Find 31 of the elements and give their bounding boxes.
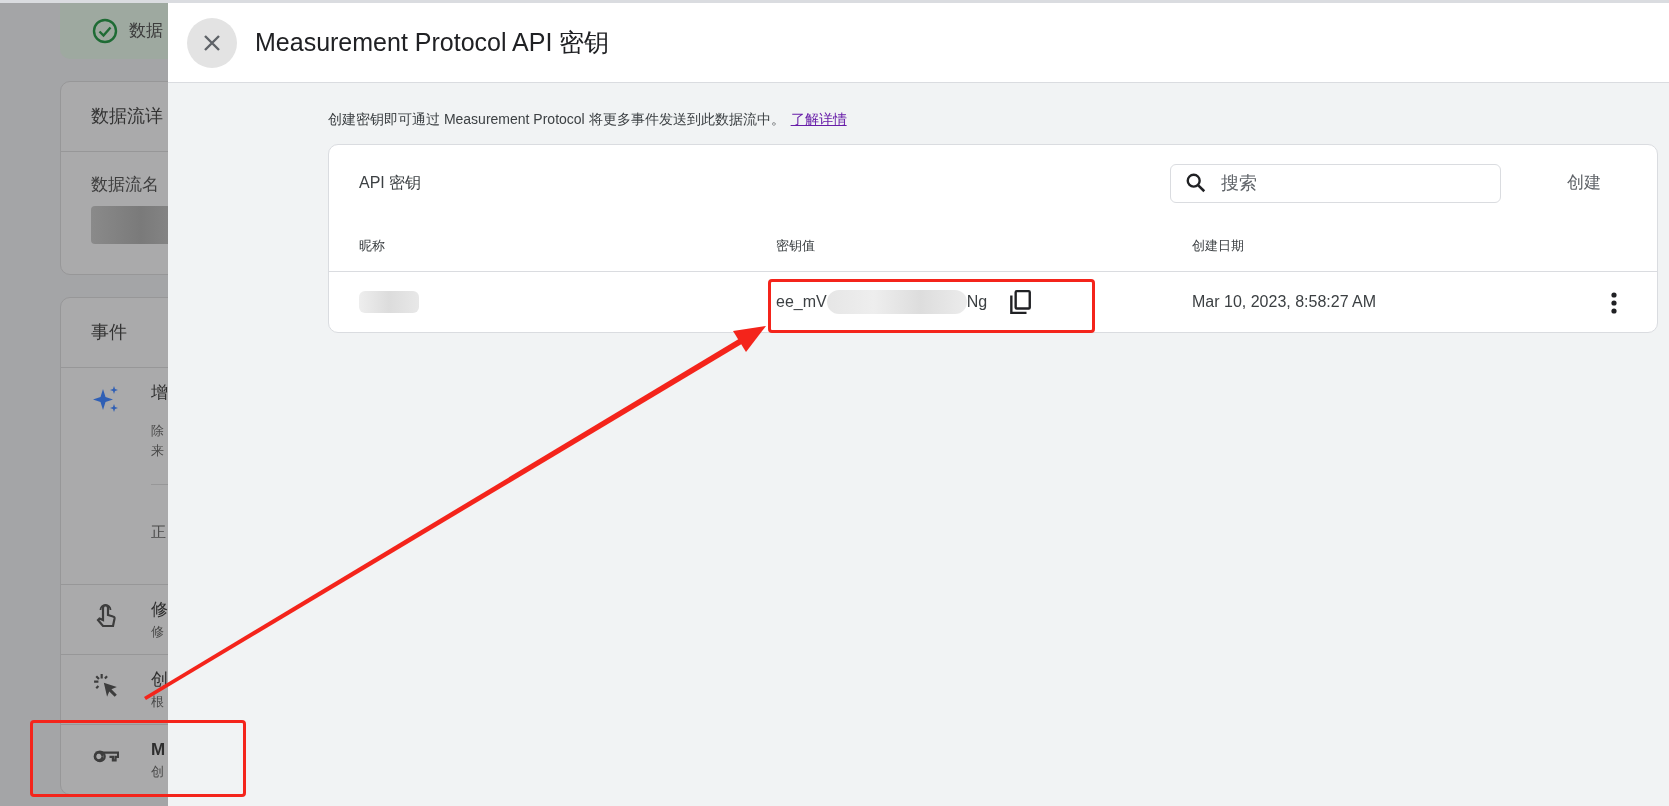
field-label: 数据流名: [91, 174, 160, 196]
sparkle-icon: [93, 385, 119, 412]
redacted-nickname: [359, 291, 419, 313]
more-vert-icon: [1611, 291, 1617, 314]
event-item-subtitle: 创: [151, 763, 165, 781]
learn-more-link[interactable]: 了解详情: [790, 111, 847, 127]
created-date: Mar 10, 2023, 8:58:27 AM: [1192, 292, 1378, 312]
drawer-title: Measurement Protocol API 密钥: [255, 26, 610, 58]
event-item-footer: 正: [151, 521, 168, 574]
event-item-title[interactable]: 修: [151, 596, 168, 622]
banner-text: 数据: [129, 20, 163, 43]
create-button[interactable]: 创建: [1561, 169, 1607, 197]
column-header: 创建日期: [1192, 237, 1245, 256]
close-button[interactable]: [187, 17, 237, 68]
card-title: API 密钥: [359, 173, 423, 193]
search-icon: [1185, 171, 1207, 194]
event-item-title[interactable]: M: [151, 736, 166, 762]
description-text: 创建密钥即可通过 Measurement Protocol 将更多事件发送到此数据流中。 了解详情: [328, 110, 848, 129]
event-item-subtitle: 修: [151, 623, 165, 641]
search-field[interactable]: 搜索: [1170, 163, 1501, 203]
copy-icon: [1007, 289, 1034, 315]
key-value-end: Ng: [966, 292, 988, 312]
event-item-title[interactable]: 增: [151, 379, 168, 405]
column-header: 昵称: [359, 237, 386, 256]
event-item-subtitle: 根: [151, 693, 165, 711]
check-circle-icon: [92, 18, 118, 44]
column-header: 密钥值: [776, 237, 816, 256]
close-icon: [202, 32, 222, 53]
event-item-description: 除 来: [151, 422, 165, 460]
cursor-click-icon: [93, 672, 119, 699]
key-value-start: ee_mV: [776, 292, 827, 312]
